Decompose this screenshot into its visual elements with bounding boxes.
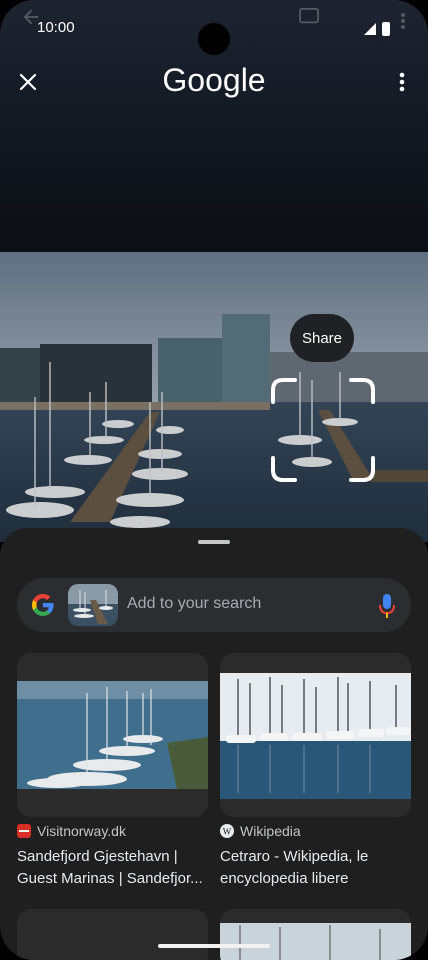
result-title-line-1: Cetraro - Wikipedia, le — [220, 848, 369, 865]
result-image — [17, 653, 208, 817]
result-card-wikipedia[interactable]: W Wikipedia Cetraro - Wikipedia, le ency… — [220, 653, 411, 903]
results-sheet: Add to your search Visitnorway.dk Sandef… — [0, 528, 428, 960]
result-image — [220, 653, 411, 817]
front-camera — [198, 23, 230, 55]
result-card-partial-4[interactable] — [220, 909, 411, 960]
status-bar: 10:00 — [0, 0, 428, 55]
more-vert-icon — [399, 72, 405, 92]
header-area: 10:00 Google — [0, 0, 428, 252]
wikipedia-icon: W — [220, 824, 234, 838]
result-source-name: Wikipedia — [240, 823, 301, 839]
gesture-nav-bar[interactable] — [158, 944, 270, 948]
result-title: Sandefjord Gjestehavn | Guest Marinas | … — [17, 846, 213, 890]
mic-icon[interactable] — [377, 593, 397, 619]
crop-selection-handles[interactable] — [271, 378, 375, 482]
visitnorway-icon — [17, 824, 31, 838]
svg-text:W: W — [223, 827, 232, 837]
phone-screen: 10:00 Google Share Add to your search Vi… — [0, 0, 428, 960]
add-to-search-bar[interactable]: Add to your search — [17, 578, 411, 632]
share-button[interactable]: Share — [290, 314, 354, 362]
result-source: W Wikipedia — [220, 823, 301, 839]
result-source-name: Visitnorway.dk — [37, 823, 126, 839]
result-source: Visitnorway.dk — [17, 823, 126, 839]
search-thumbnail[interactable] — [68, 584, 118, 626]
app-bar: Google — [0, 60, 428, 104]
result-image-partial — [220, 909, 411, 960]
ghost-dots-icon — [401, 13, 405, 29]
result-title-line-2: encyclopedia libere — [220, 870, 349, 887]
result-card-visitnorway[interactable]: Visitnorway.dk Sandefjord Gjestehavn | G… — [17, 653, 208, 903]
result-card-partial-3[interactable] — [17, 909, 208, 960]
drag-handle[interactable] — [198, 540, 230, 544]
result-title-line-1: Sandefjord Gjestehavn | — [17, 848, 178, 865]
thumbnail-image — [68, 584, 118, 626]
search-placeholder: Add to your search — [127, 595, 262, 612]
result-image-marina — [17, 653, 208, 817]
more-options-button[interactable] — [386, 66, 418, 98]
battery-icon — [382, 22, 390, 36]
google-logo: Google — [162, 62, 266, 98]
result-title: Cetraro - Wikipedia, le encyclopedia lib… — [220, 846, 416, 890]
google-g-icon — [32, 594, 54, 616]
cast-icon — [299, 8, 319, 24]
signal-icon — [364, 23, 376, 35]
result-image-harbor — [220, 653, 411, 817]
result-title-line-2: Guest Marinas | Sandefjor... — [17, 870, 203, 887]
status-time: 10:00 — [37, 19, 75, 36]
